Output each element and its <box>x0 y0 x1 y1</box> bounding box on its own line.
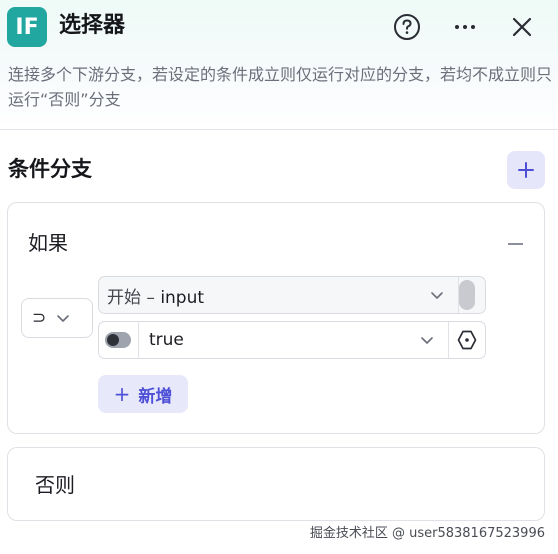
help-icon[interactable] <box>391 11 423 43</box>
variable-separator: – <box>141 287 161 308</box>
variable-insert-icon[interactable] <box>456 329 478 351</box>
chevron-down-icon[interactable] <box>430 288 444 302</box>
operator-select[interactable]: ⊃ <box>21 298 93 338</box>
value-input[interactable]: true <box>149 330 420 350</box>
watermark: 掘金技术社区 @ user5838167523996 <box>309 526 545 541</box>
plus-icon <box>518 162 534 178</box>
node-description: 连接多个下游分支，若设定的条件成立则仅运行对应的分支，若均不成立则只运行“否则”… <box>8 65 553 109</box>
if-label: 如果 <box>28 231 68 255</box>
variable-name: input <box>160 287 205 308</box>
add-condition-button[interactable]: + 新增 <box>98 375 188 413</box>
chevron-down-icon <box>57 315 69 322</box>
value-type-toggle[interactable] <box>105 332 131 348</box>
if-branch-card: 如果 ⊃ 开始 – input true + 新增 <box>7 202 545 434</box>
plus-icon: + <box>113 382 131 406</box>
add-branch-button[interactable] <box>507 151 545 189</box>
more-icon[interactable] <box>449 11 481 43</box>
else-branch-card: 否则 <box>7 447 545 521</box>
value-field: true <box>98 321 486 359</box>
operator-symbol: ⊃ <box>32 308 47 328</box>
close-icon[interactable] <box>506 11 538 43</box>
node-header: IF 选择器 连接多个下游分支，若设定的条件成立则仅运行对应的分支，若均不成立则… <box>0 0 558 130</box>
section-title: 条件分支 <box>8 157 92 181</box>
if-node-icon: IF <box>7 7 47 47</box>
field-divider <box>138 322 139 358</box>
variable-source: 开始 <box>107 287 141 308</box>
node-title[interactable]: 选择器 <box>59 9 125 43</box>
field-divider <box>448 322 449 358</box>
else-label: 否则 <box>35 473 75 497</box>
minus-icon <box>507 243 523 245</box>
collapse-button[interactable] <box>504 233 526 255</box>
scrollbar-handle[interactable] <box>459 280 475 310</box>
add-condition-label: 新增 <box>138 386 173 407</box>
variable-select[interactable]: 开始 – input <box>98 276 486 314</box>
variable-reference[interactable]: 开始 – input <box>107 283 430 308</box>
chevron-down-icon[interactable] <box>420 333 434 347</box>
